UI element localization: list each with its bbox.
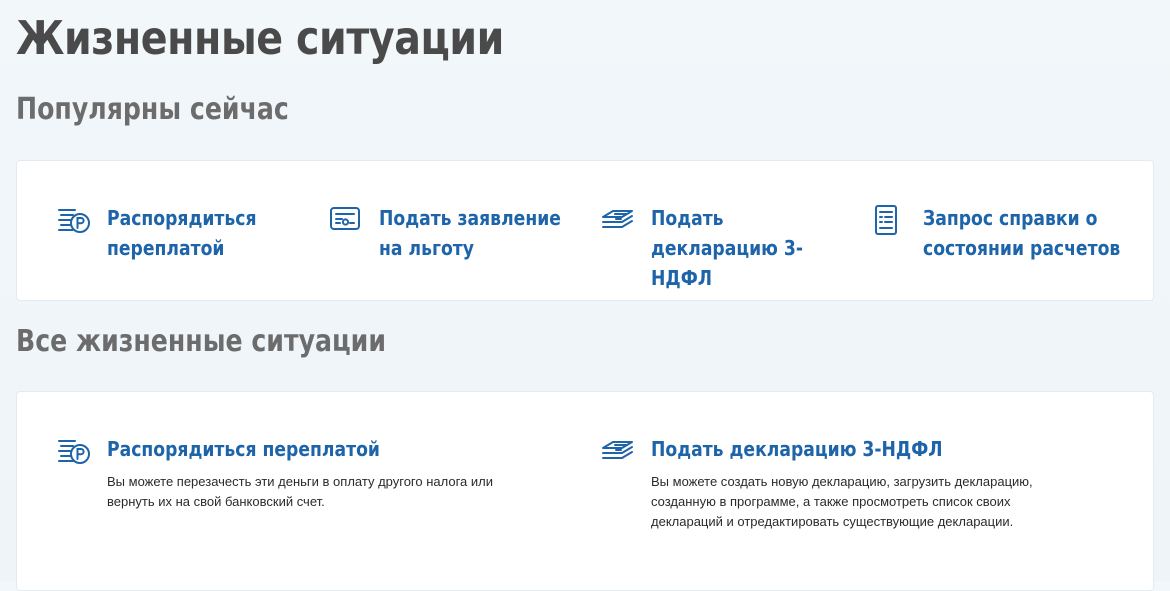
popular-item-label: Распорядиться переплатой [107, 206, 257, 260]
documents-stack-icon [601, 205, 635, 235]
ruble-coins-icon [57, 205, 91, 235]
certificate-icon [329, 205, 363, 235]
popular-item-label: Запрос справки о состоянии расчетов [923, 206, 1121, 260]
popular-item-label: Подать заявление на льготу [379, 206, 561, 260]
documents-stack-icon [601, 436, 635, 466]
all-situations-card: Распорядиться переплатой Вы можете перез… [16, 391, 1154, 591]
popular-section-heading: Популярны сейчас [16, 92, 289, 127]
situation-title-link[interactable]: Распорядиться переплатой [107, 434, 380, 464]
situation-title-link[interactable]: Подать декларацию 3-НДФЛ [651, 434, 943, 464]
page-title: Жизненные ситуации [16, 11, 504, 65]
popular-situations-card: Распорядиться переплатой Подать заявлени… [16, 160, 1154, 301]
ruble-coins-icon [57, 436, 91, 466]
situation-description: Вы можете создать новую декларацию, загр… [651, 474, 1033, 529]
document-list-icon [873, 205, 907, 235]
situation-description: Вы можете перезачесть эти деньги в оплат… [107, 474, 494, 509]
popular-item-label: Подать декларацию 3-НДФЛ [651, 206, 803, 290]
all-section-heading: Все жизненные ситуации [16, 324, 386, 359]
